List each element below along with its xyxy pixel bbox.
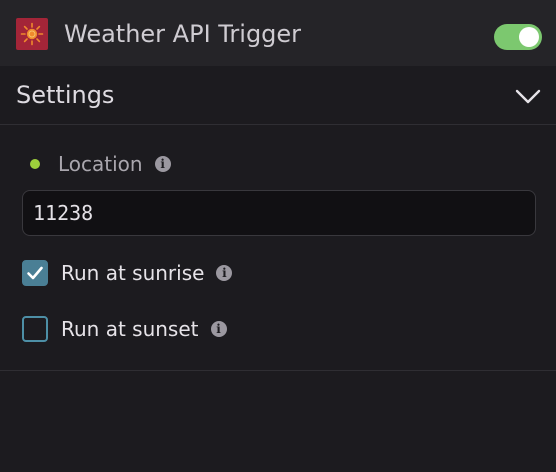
info-icon[interactable]: i — [154, 156, 171, 172]
sunset-option[interactable]: Run at sunset i — [22, 315, 227, 343]
weather-trigger-panel: Weather API Trigger Settings Location i … — [0, 0, 556, 472]
settings-section-header[interactable]: Settings — [0, 66, 556, 125]
sun-icon — [16, 18, 48, 50]
status-dot — [30, 159, 40, 169]
info-icon[interactable]: i — [216, 265, 233, 281]
location-label: Location — [58, 152, 143, 176]
chevron-down-icon[interactable] — [514, 86, 542, 106]
trigger-title: Weather API Trigger — [64, 20, 302, 48]
toggle-knob — [519, 27, 539, 47]
panel-header: Weather API Trigger — [0, 0, 556, 66]
sunset-label[interactable]: Run at sunset — [61, 315, 199, 343]
location-input[interactable] — [22, 190, 536, 236]
checkmark-icon — [27, 266, 43, 280]
sunset-checkbox[interactable] — [22, 316, 48, 342]
sunrise-option[interactable]: Run at sunrise i — [22, 259, 233, 287]
info-icon[interactable]: i — [210, 321, 227, 337]
sunrise-checkbox[interactable] — [22, 260, 48, 286]
section-divider — [0, 370, 556, 371]
location-label-row: Location i — [30, 150, 171, 178]
sunrise-label[interactable]: Run at sunrise — [61, 259, 204, 287]
enable-toggle[interactable] — [494, 24, 542, 50]
settings-title: Settings — [16, 81, 115, 109]
